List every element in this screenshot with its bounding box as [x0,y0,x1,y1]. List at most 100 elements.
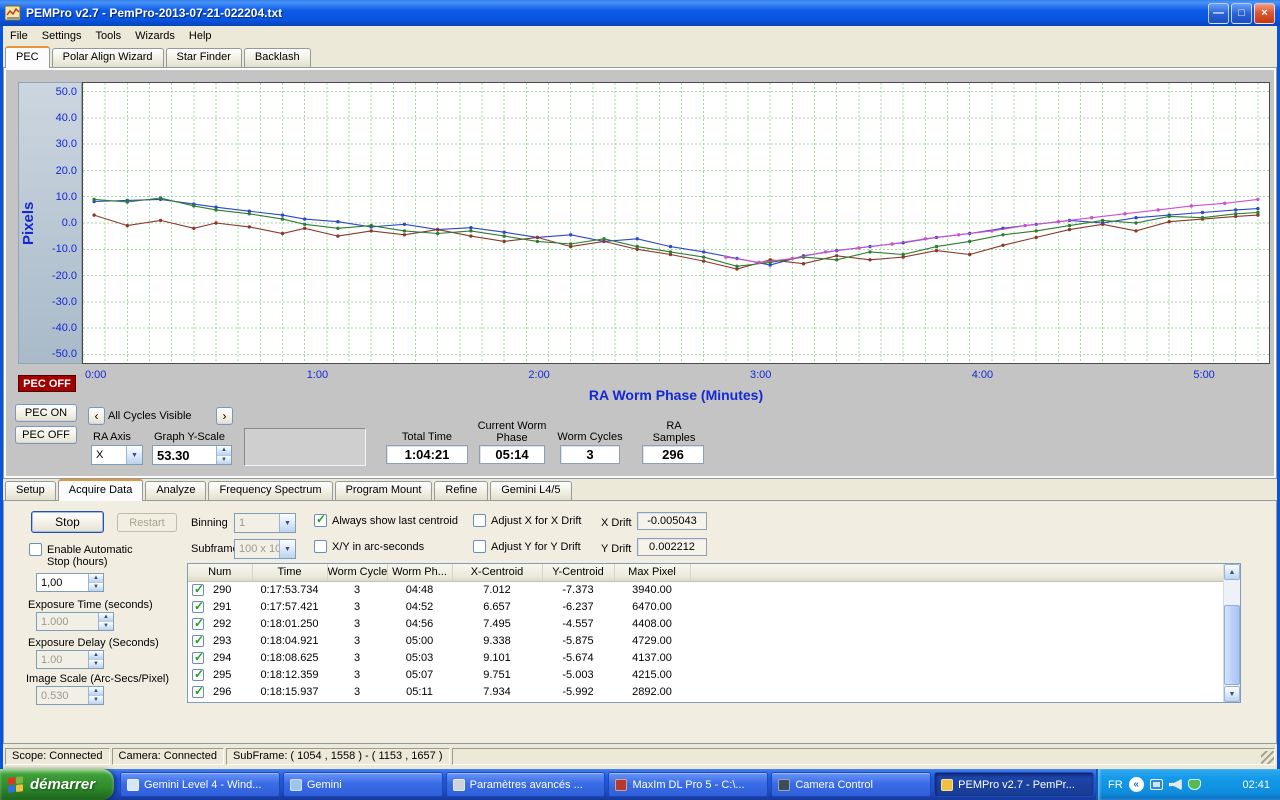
pec-on-button[interactable]: PEC ON [15,404,77,422]
table-row[interactable]: 2960:18:15.937305:117.934-5.9922892.00 [188,683,1225,700]
adjust-y-checkbox[interactable]: Adjust Y for Y Drift [473,540,581,553]
task-icon [290,779,302,791]
minimize-button[interactable]: — [1208,3,1229,24]
tab-frequency-spectrum[interactable]: Frequency Spectrum [208,481,332,500]
adjust-x-checkbox[interactable]: Adjust X for X Drift [473,514,581,527]
xy-arcsec-checkbox[interactable]: X/Y in arc-seconds [314,540,424,553]
tab-gemini-l45[interactable]: Gemini L4/5 [490,481,571,500]
enable-auto-stop-checkbox[interactable]: Enable Automatic Stop (hours) [29,543,169,568]
chevron-down-icon[interactable]: ▼ [126,446,142,464]
y-scale-stepper[interactable]: 53.30 ▲▼ [152,445,232,465]
row-checkbox[interactable] [192,635,204,647]
volume-icon[interactable] [1169,779,1182,790]
column-header-worm-phase[interactable]: Worm Ph... [387,564,452,581]
column-header-x-centroid[interactable]: X-Centroid [452,564,542,581]
spin-up-icon[interactable]: ▲ [89,651,103,660]
maximize-button[interactable]: □ [1231,3,1252,24]
menu-item-tools[interactable]: Tools [88,28,128,44]
row-checkbox[interactable] [192,652,204,664]
spin-down-icon[interactable]: ▼ [89,583,103,591]
resize-grip[interactable] [1261,751,1274,764]
binning-select[interactable]: 1 ▼ [234,513,296,533]
table-row[interactable]: 2930:18:04.921305:009.338-5.8754729.00 [188,632,1225,649]
tab-acquire-data[interactable]: Acquire Data [58,479,144,501]
prev-cycle-button[interactable]: ‹ [88,407,105,425]
menu-item-help[interactable]: Help [182,28,219,44]
tab-backlash[interactable]: Backlash [244,48,311,67]
taskbar-task[interactable]: MaxIm DL Pro 5 - C:\... [608,772,768,797]
tab-program-mount[interactable]: Program Mount [335,481,433,500]
exposure-time-stepper[interactable]: 1.000 ▲▼ [36,612,114,631]
always-show-checkbox[interactable]: Always show last centroid [314,514,458,527]
spin-down-icon[interactable]: ▼ [99,622,113,630]
start-button[interactable]: démarrer [0,769,114,800]
table-row[interactable]: 2900:17:53.734304:487.012-7.3733940.00 [188,581,1225,598]
exposure-delay-stepper[interactable]: 1.00 ▲▼ [36,650,104,669]
clock: 02:41 [1242,779,1270,791]
taskbar-task[interactable]: Camera Control [771,772,931,797]
table-row[interactable]: 2940:18:08.625305:039.101-5.6744137.00 [188,649,1225,666]
spin-up-icon[interactable]: ▲ [89,687,103,696]
pec-off-button[interactable]: PEC OFF [15,426,77,444]
tab-star-finder[interactable]: Star Finder [166,48,242,67]
column-header-y-centroid[interactable]: Y-Centroid [542,564,614,581]
row-checkbox[interactable] [192,601,204,613]
spin-up-icon[interactable]: ▲ [217,446,231,456]
menu-item-wizards[interactable]: Wizards [128,28,182,44]
checkbox-icon[interactable] [473,540,486,553]
menu-item-settings[interactable]: Settings [35,28,89,44]
menu-item-file[interactable]: File [3,28,35,44]
spin-up-icon[interactable]: ▲ [99,613,113,622]
tab-pec[interactable]: PEC [5,46,50,68]
worm-cycles-value: 3 [560,445,620,464]
spin-up-icon[interactable]: ▲ [89,574,103,583]
tab-analyze[interactable]: Analyze [145,481,206,500]
language-indicator[interactable]: FR [1108,779,1123,791]
scrollbar-thumb[interactable] [1224,605,1240,685]
taskbar-task[interactable]: Gemini [283,772,443,797]
shield-icon[interactable] [1188,779,1201,790]
tab-refine[interactable]: Refine [434,481,488,500]
table-row[interactable]: 2950:18:12.359305:079.751-5.0034215.00 [188,666,1225,683]
row-checkbox[interactable] [192,618,204,630]
stop-button[interactable]: Stop [31,511,104,533]
display-icon[interactable] [1150,779,1163,790]
scroll-up-icon[interactable]: ▲ [1224,564,1240,580]
scroll-down-icon[interactable]: ▼ [1224,686,1240,702]
subframe-select[interactable]: 100 x 100 ▼ [234,539,296,559]
table-row[interactable]: 2910:17:57.421304:526.657-6.2376470.00 [188,598,1225,615]
spin-down-icon[interactable]: ▼ [217,456,231,465]
task-icon [778,779,790,791]
stop-hours-stepper[interactable]: 1,00 ▲▼ [36,573,104,592]
row-checkbox[interactable] [192,669,204,681]
checkbox-icon[interactable] [314,514,327,527]
column-header-time[interactable]: Time [252,564,327,581]
tab-setup[interactable]: Setup [5,481,56,500]
chevron-down-icon[interactable]: ▼ [279,540,295,558]
row-checkbox[interactable] [192,584,204,596]
system-tray: FR « 02:41 [1096,769,1280,800]
image-scale-stepper[interactable]: 0.530 ▲▼ [36,686,104,705]
close-button[interactable]: × [1254,3,1275,24]
checkbox-icon[interactable] [29,543,42,556]
taskbar-task[interactable]: Gemini Level 4 - Wind... [120,772,280,797]
restart-button[interactable]: Restart [117,513,177,532]
column-header-worm-cycle[interactable]: Worm Cycle [327,564,387,581]
table-row[interactable]: 2920:18:01.250304:567.495-4.5574408.00 [188,615,1225,632]
ra-axis-select[interactable]: X ▼ [91,445,143,465]
next-cycle-button[interactable]: › [216,407,233,425]
spin-down-icon[interactable]: ▼ [89,660,103,668]
taskbar-task[interactable]: Paramètres avancés ... [446,772,606,797]
pec-chart[interactable] [82,82,1270,364]
row-checkbox[interactable] [192,686,204,698]
table-scrollbar[interactable]: ▲ ▼ [1223,564,1240,702]
spin-down-icon[interactable]: ▼ [89,696,103,704]
tray-chevron-icon[interactable]: « [1129,777,1144,792]
checkbox-icon[interactable] [473,514,486,527]
taskbar-task[interactable]: PEMPro v2.7 - PemPr... [934,772,1094,797]
chevron-down-icon[interactable]: ▼ [279,514,295,532]
column-header-max-pixel[interactable]: Max Pixel [614,564,690,581]
checkbox-icon[interactable] [314,540,327,553]
column-header-num[interactable]: Num [188,564,252,581]
tab-polar-align-wizard[interactable]: Polar Align Wizard [52,48,164,67]
